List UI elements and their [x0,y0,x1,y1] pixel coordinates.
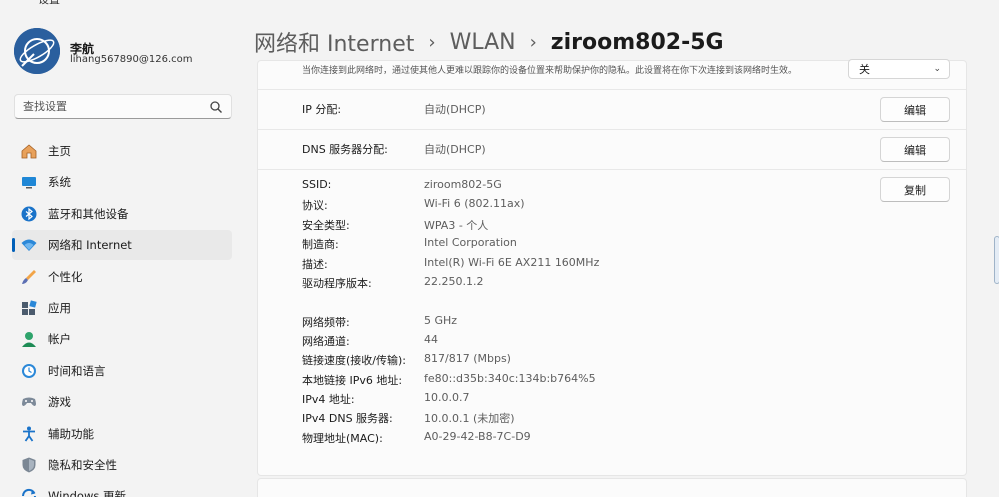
sidebar-item-label: 主页 [48,144,71,158]
sidebar-item-label: 时间和语言 [48,363,106,378]
prop-value[interactable]: 22.250.1.2 [424,275,483,288]
back-arrow-icon[interactable]: ← [12,0,22,4]
prop-label: 本地链接 IPv6 地址: [302,374,403,387]
prop-label: 协议: [302,199,328,212]
sidebar-item-label: 隐私和安全性 [48,457,117,472]
ip-assignment-label: IP 分配: [302,103,342,116]
prop-value[interactable]: fe80::d35b:340c:134b:b764%5 [424,372,596,385]
next-settings-card [257,478,967,497]
sidebar-item-label: 游戏 [48,395,71,410]
chevron-right-icon: › [428,31,436,53]
prop-value[interactable]: Wi-Fi 6 (802.11ax) [424,197,525,210]
prop-value[interactable]: ziroom802-5G [424,178,502,191]
sidebar-item-label: 蓝牙和其他设备 [48,206,129,221]
sidebar-item-privacy[interactable]: 隐私和安全性 [12,450,232,480]
network-icon [20,236,38,254]
copy-button[interactable]: 复制 [880,177,950,202]
prop-label: 驱动程序版本: [302,277,372,290]
divider [258,89,966,90]
prop-value[interactable]: Intel(R) Wi-Fi 6E AX211 160MHz [424,256,599,269]
sidebar-item-label: 系统 [48,175,71,190]
gaming-icon [20,393,38,411]
sidebar-item-label: 帐户 [48,332,71,347]
ip-assignment-value: 自动(DHCP) [424,103,486,116]
scrollbar-thumb[interactable] [994,236,999,284]
chevron-right-icon: › [529,31,537,53]
sidebar-item-label: 应用 [48,300,71,315]
breadcrumb-network[interactable]: 网络和 Internet [254,26,414,58]
prop-label: SSID: [302,178,332,191]
prop-label: 安全类型: [302,219,350,232]
prop-value[interactable]: 817/817 (Mbps) [424,352,511,365]
sidebar-item-personalization[interactable]: 个性化 [12,262,232,292]
network-properties-panel: 当你连接到此网络时，通过使其他人更难以跟踪你的设备位置来帮助保护你的隐私。此设置… [257,59,967,476]
search-icon[interactable] [209,100,223,114]
divider [258,169,966,170]
home-icon [20,142,38,160]
breadcrumb: 网络和 Internet › WLAN › ziroom802-5G [254,26,724,58]
sidebar-item-label: Windows 更新 [48,489,126,497]
sidebar-item-network[interactable]: 网络和 Internet [12,230,232,261]
prop-label: 描述: [302,258,328,271]
dns-assignment-value: 自动(DHCP) [424,143,486,156]
sidebar-item-home[interactable]: 主页 [12,136,232,166]
title-bar: ← 设置 [0,0,999,8]
sidebar-item-accounts[interactable]: 帐户 [12,324,232,354]
window-title: 设置 [38,0,60,7]
chevron-down-icon: ⌄ [933,64,941,74]
prop-label: 物理地址(MAC): [302,432,383,445]
prop-value[interactable]: Intel Corporation [424,236,517,249]
sidebar-item-label: 辅助功能 [48,426,94,441]
prop-value[interactable]: A0-29-42-B8-7C-D9 [424,430,531,443]
sidebar-item-system[interactable]: 系统 [12,167,232,197]
prop-value[interactable]: 5 GHz [424,314,457,327]
brush-icon [20,268,38,286]
privacy-description: 当你连接到此网络时，通过使其他人更难以跟踪你的设备位置来帮助保护你的隐私。此设置… [302,66,798,76]
prop-value[interactable]: WPA3 - 个人 [424,217,488,233]
accessibility-icon [20,425,38,443]
sidebar-item-label: 网络和 Internet [48,238,132,253]
search-input[interactable] [23,100,209,113]
prop-value[interactable]: 10.0.0.1 (未加密) [424,410,515,426]
prop-value[interactable]: 44 [424,333,438,346]
sidebar-item-apps[interactable]: 应用 [12,293,232,323]
shield-icon [20,456,38,474]
prop-label: IPv4 DNS 服务器: [302,412,393,425]
sidebar-item-gaming[interactable]: 游戏 [12,387,232,417]
time-language-icon [20,362,38,380]
prop-label: 网络频带: [302,316,350,329]
system-icon [20,173,38,191]
account-icon [20,330,38,348]
edit-dns-button[interactable]: 编辑 [880,137,950,162]
page-title: ziroom802-5G [550,29,724,55]
sidebar-item-label: 个性化 [48,269,83,284]
sidebar-nav: 主页 系统 蓝牙和其他设备 网络和 Internet 个性化 应用 帐户 时间和… [12,136,232,497]
sidebar-item-time-language[interactable]: 时间和语言 [12,356,232,386]
sidebar-item-accessibility[interactable]: 辅助功能 [12,419,232,449]
prop-label: 制造商: [302,238,339,251]
dns-assignment-label: DNS 服务器分配: [302,143,388,156]
prop-label: 链接速度(接收/传输): [302,354,406,367]
search-box[interactable] [14,94,232,119]
edit-ip-button[interactable]: 编辑 [880,97,950,122]
prop-label: 网络通道: [302,335,350,348]
prop-value[interactable]: 10.0.0.7 [424,391,469,404]
user-email: lihang567890@126.com [70,54,193,65]
avatar[interactable] [14,28,60,74]
bluetooth-icon [20,205,38,223]
apps-icon [20,299,38,317]
breadcrumb-wlan[interactable]: WLAN [450,30,516,55]
prop-label: IPv4 地址: [302,393,355,406]
update-icon [20,487,38,497]
sidebar-item-bluetooth[interactable]: 蓝牙和其他设备 [12,199,232,229]
sidebar-item-windows-update[interactable]: Windows 更新 [12,481,232,497]
random-hardware-address-select[interactable]: 关 ⌄ [848,59,950,79]
divider [258,129,966,130]
select-value: 关 [859,63,870,76]
